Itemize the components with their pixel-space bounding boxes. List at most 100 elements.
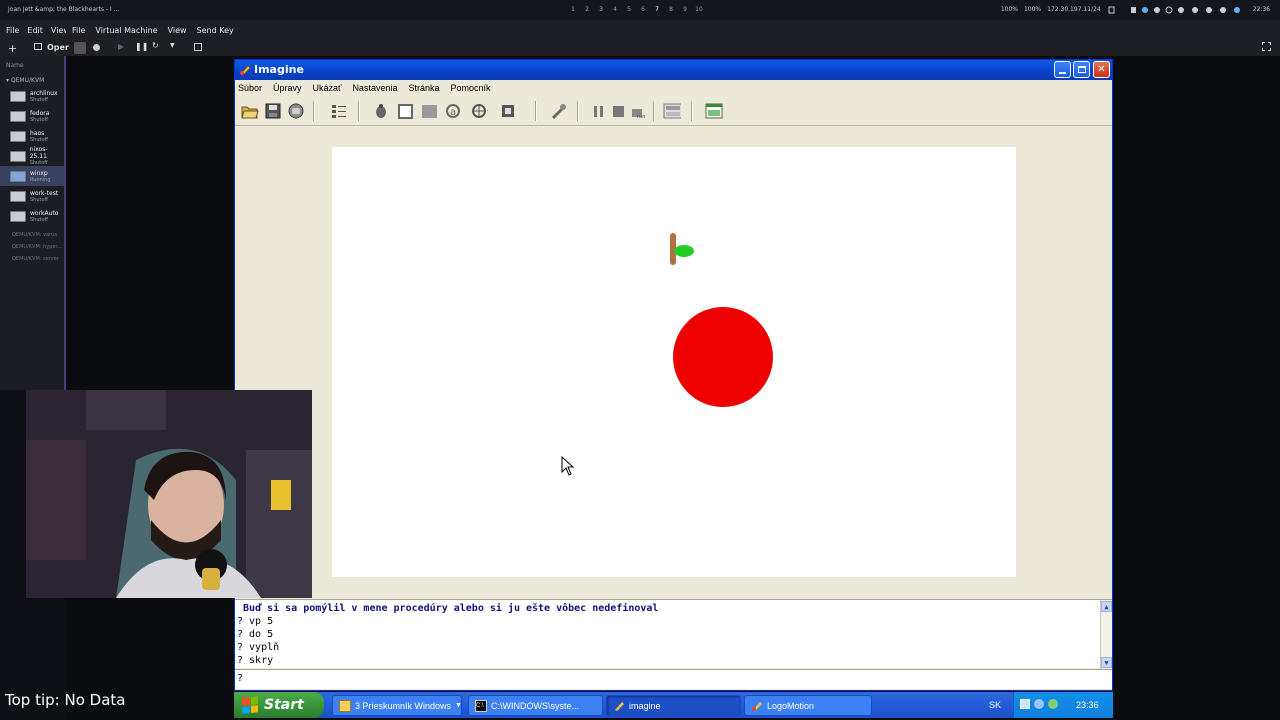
network-icon[interactable] — [1020, 699, 1030, 709]
vm-list-sidebar: Name ▾ QEMU/KVM archlinux Shutoff fedora Sh… — [0, 56, 66, 390]
step-icon[interactable]: run — [629, 102, 647, 120]
console-scrollbar[interactable]: ▲ ▼ — [1100, 600, 1112, 669]
restore-icon — [1077, 66, 1086, 73]
scroll-up-icon[interactable]: ▲ — [1101, 601, 1112, 612]
language-indicator[interactable]: SK — [989, 700, 1001, 710]
vm-item-fedora[interactable]: fedora Shutoff — [0, 106, 64, 126]
workspace-2[interactable]: 2 — [580, 6, 594, 13]
snapshot-icon[interactable] — [194, 43, 202, 51]
vm-item-work-test[interactable]: work-test Shutoff — [0, 186, 64, 206]
turtle-shape[interactable] — [674, 245, 694, 257]
menu-item[interactable]: Pomocník — [451, 83, 491, 93]
turtle-tool-icon[interactable] — [372, 102, 390, 120]
menu-file[interactable]: File — [6, 26, 19, 35]
save-glyph — [265, 103, 281, 119]
connection-group[interactable]: ▾ QEMU/KVM — [0, 69, 64, 86]
menu-item[interactable]: Ukázať — [313, 83, 342, 93]
menu-send-key[interactable]: Send Key — [197, 26, 234, 35]
drawing-canvas[interactable] — [332, 147, 1016, 577]
open-folder-icon[interactable] — [241, 102, 259, 120]
workspace-6[interactable]: 6 — [636, 6, 650, 13]
close-button[interactable]: ✕ — [1093, 61, 1110, 78]
minimize-button[interactable] — [1054, 61, 1071, 78]
pages-icon[interactable] — [663, 102, 681, 120]
details-view-icon[interactable] — [93, 44, 100, 51]
task-label: C:\WINDOWS\syste... — [491, 700, 580, 711]
workspace-5[interactable]: 5 — [622, 6, 636, 13]
reboot-icon[interactable]: ↻ — [152, 41, 159, 50]
taskbar-logomotion[interactable]: LogoMotion — [744, 695, 872, 716]
vm-item-haos[interactable]: haos Shutoff — [0, 126, 64, 146]
controls-icon[interactable] — [500, 102, 518, 120]
save-icon[interactable] — [264, 102, 282, 120]
menu-edit[interactable]: Edit — [27, 26, 43, 35]
vm-monitor-icon — [10, 210, 26, 222]
stop-icon[interactable] — [609, 102, 627, 120]
start-button[interactable]: Start — [234, 692, 324, 718]
red-filled-circle[interactable] — [673, 307, 773, 407]
menu-item[interactable]: Úpravy — [273, 83, 302, 93]
connection-item[interactable]: QEMU/KVM: hyper... — [0, 238, 64, 250]
connection-item[interactable]: QEMU/KVM: server — [0, 250, 64, 262]
app-toolbar: a run — [235, 96, 1112, 126]
workspace-3[interactable]: 3 — [594, 6, 608, 13]
console-output[interactable]: Buď si sa pomýlil v mene procedúry alebo… — [235, 599, 1112, 669]
svg-text:run: run — [637, 114, 645, 119]
chevron-down-icon[interactable]: ▼ — [170, 42, 175, 49]
webcam-overlay — [26, 390, 312, 598]
drawing-page[interactable] — [332, 147, 1016, 577]
workspace-1[interactable]: 1 — [566, 6, 580, 13]
cmd-icon: C:\ — [475, 699, 487, 712]
chevron-down-icon: ▼ — [455, 702, 462, 709]
command-prompt: ? — [237, 673, 244, 684]
workspace-7[interactable]: 7 — [650, 6, 664, 13]
menu-view[interactable]: View — [168, 26, 187, 35]
workspace-8[interactable]: 8 — [664, 6, 678, 13]
workspace-9[interactable]: 9 — [678, 6, 692, 13]
menu-item[interactable]: Súbor — [238, 83, 262, 93]
workspace-switcher[interactable]: 1 2 3 4 5 6 7 8 9 10 — [566, 6, 706, 13]
vm-item-nixos-25.11[interactable]: nixos-25.11 Shutoff — [0, 146, 64, 166]
rectangle-tool-icon[interactable] — [420, 102, 438, 120]
run-wizard-icon[interactable] — [550, 102, 568, 120]
volume-icon[interactable] — [1034, 699, 1044, 709]
vm-name: winxp — [30, 169, 48, 177]
taskbar-explorer-group[interactable]: 3 Prieskumník Windows ▼ — [332, 695, 462, 716]
vm-item-archlinux[interactable]: archlinux Shutoff — [0, 86, 64, 106]
vm-name: archlinux — [30, 89, 58, 97]
restore-button[interactable] — [1073, 61, 1090, 78]
object-list-icon[interactable] — [330, 102, 348, 120]
taskbar-imagine[interactable]: imagine — [606, 695, 741, 716]
run-icon[interactable]: ▶ — [118, 42, 124, 51]
frame-tool-icon[interactable] — [396, 102, 414, 120]
vm-status: Shutoff — [30, 116, 48, 123]
security-icon[interactable] — [1048, 699, 1058, 709]
menu-item[interactable]: Stránka — [408, 83, 439, 93]
vm-item-workAuto[interactable]: workAuto Shutoff — [0, 206, 64, 226]
vm-text: haos Shutoff — [30, 130, 48, 143]
navigator-icon[interactable] — [470, 102, 488, 120]
menu-virtual-machine[interactable]: Virtual Machine — [95, 26, 157, 35]
command-input[interactable]: ? — [235, 669, 1112, 689]
connection-item[interactable]: QEMU/KVM: varux — [0, 226, 64, 238]
open-button[interactable]: Oper — [47, 43, 69, 52]
menu-file[interactable]: File — [72, 26, 85, 35]
vm-item-winxp[interactable]: winxp Running — [0, 166, 64, 186]
console-view-icon[interactable] — [74, 42, 86, 54]
workspace-4[interactable]: 4 — [608, 6, 622, 13]
taskbar-cmd[interactable]: C:\ C:\WINDOWS\syste... — [468, 695, 603, 716]
monitor-icon[interactable] — [34, 43, 42, 50]
scroll-down-icon[interactable]: ▼ — [1101, 657, 1112, 668]
windows-logo-icon — [242, 696, 258, 714]
menu-item[interactable]: Nastavenia — [352, 83, 397, 93]
pause-icon[interactable] — [589, 102, 607, 120]
workspace-10[interactable]: 10 — [692, 6, 706, 13]
text-tool-icon[interactable]: a — [444, 102, 462, 120]
window-titlebar[interactable]: Imagine ✕ — [235, 60, 1112, 80]
show-page-icon[interactable] — [705, 102, 723, 120]
print-icon[interactable] — [287, 102, 305, 120]
fullscreen-icon[interactable] — [1262, 42, 1271, 51]
new-vm-icon[interactable]: + — [8, 42, 17, 55]
vm-name: work-test — [30, 189, 59, 197]
pause-icon[interactable]: ❚❚ — [135, 42, 148, 51]
